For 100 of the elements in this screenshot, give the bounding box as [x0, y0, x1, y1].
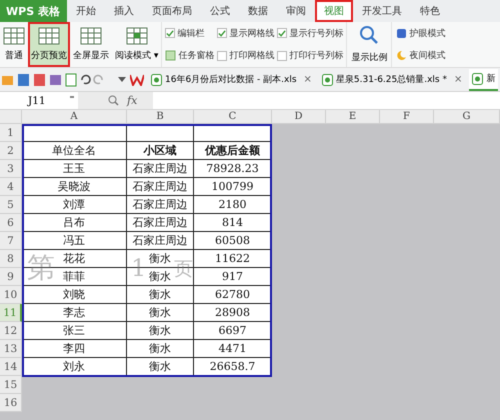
checkbox[interactable] — [277, 28, 288, 38]
column-header[interactable]: D — [272, 110, 326, 124]
page-grid-icon — [38, 27, 60, 45]
table-cell: 917 — [194, 268, 272, 286]
row-header[interactable]: 8 — [0, 250, 22, 268]
table-cell: 刘潭 — [22, 196, 127, 214]
column-header[interactable]: A — [22, 110, 127, 124]
document-tab[interactable]: 星泉5.31-6.25总销量.xls * × — [318, 68, 466, 90]
table-cell: 石家庄周边 — [127, 178, 194, 196]
table-cell: 26658.7 — [194, 358, 272, 376]
zoom-button[interactable]: 显示比例 — [346, 22, 392, 67]
function-button[interactable]: fx — [127, 94, 138, 107]
menu-tab[interactable]: 审阅 — [277, 0, 315, 22]
checkbox[interactable] — [277, 50, 288, 61]
name-box[interactable]: J11 — [0, 94, 78, 106]
document-tab[interactable]: 新 — [469, 68, 498, 90]
row-header[interactable]: 3 — [0, 160, 22, 178]
row-header[interactable]: 4 — [0, 178, 22, 196]
table-cell: 衡水 — [127, 304, 194, 322]
table-cell: 王玉 — [22, 160, 127, 178]
checkbox[interactable] — [217, 28, 228, 38]
table-cell: 刘晓 — [22, 286, 127, 304]
row-header[interactable]: 13 — [0, 340, 22, 358]
table-cell: 11622 — [194, 250, 272, 268]
sheet-file-icon — [322, 74, 333, 86]
row-header[interactable]: 12 — [0, 322, 22, 340]
app-menu-button[interactable]: WPS 表格 — [0, 0, 67, 22]
table-cell: 石家庄周边 — [127, 196, 194, 214]
close-button[interactable]: × — [454, 74, 462, 85]
mode-button[interactable]: 护眼模式 — [396, 26, 446, 40]
row-header[interactable]: 1 — [0, 124, 22, 142]
checkbox[interactable] — [165, 28, 176, 38]
column-header[interactable]: C — [194, 110, 272, 124]
pane-icon — [165, 50, 176, 62]
table-cell: 衡水 — [127, 286, 194, 304]
table-cell: 2180 — [194, 196, 272, 214]
table-cell: 石家庄周边 — [127, 160, 194, 178]
row-header[interactable]: 10 — [0, 286, 22, 304]
menu-tab[interactable]: 插入 — [105, 0, 143, 22]
wps-logo-icon[interactable] — [130, 74, 144, 86]
tab-title: 16年6月份后对比数据 - 副本.xls — [165, 74, 297, 86]
tab-title: 新 — [486, 72, 496, 85]
menu-tab[interactable]: 公式 — [201, 0, 239, 22]
tab-title: 星泉5.31-6.25总销量.xls * — [336, 74, 447, 86]
menu-tab[interactable]: 页面布局 — [143, 0, 201, 22]
moon-icon — [396, 50, 408, 62]
table-cell: 衡水 — [127, 322, 194, 340]
column-header[interactable]: B — [127, 110, 194, 124]
document-tab[interactable]: 16年6月份后对比数据 - 副本.xls × — [148, 68, 315, 90]
table-cell: 4471 — [194, 340, 272, 358]
table-cell: 石家庄周边 — [127, 214, 194, 232]
table-cell: 吴晓波 — [22, 178, 127, 196]
menu-tab[interactable]: 特色 — [411, 0, 449, 22]
menu-tab[interactable]: 开发工具 — [353, 0, 411, 22]
column-header[interactable]: F — [380, 110, 434, 124]
option-checkbox[interactable]: 打印网格线 — [217, 49, 274, 62]
table-cell: 814 — [194, 214, 272, 232]
table-cell: 冯五 — [22, 232, 127, 250]
task-pane-button[interactable]: 任务窗格 — [165, 49, 214, 62]
reading-grid-icon — [126, 27, 148, 45]
table-cell: 6697 — [194, 322, 272, 340]
checkbox[interactable] — [217, 50, 228, 61]
table-cell: 100799 — [194, 178, 272, 196]
column-header[interactable]: E — [326, 110, 380, 124]
table-cell: 衡水 — [127, 340, 194, 358]
view-button[interactable]: 普通 — [0, 22, 28, 67]
row-header[interactable]: 7 — [0, 232, 22, 250]
menu-tab[interactable]: 数据 — [239, 0, 277, 22]
table-cell: 62780 — [194, 286, 272, 304]
table-cell: 李四 — [22, 340, 127, 358]
close-button[interactable]: × — [304, 74, 312, 85]
zoom-formula-icon[interactable] — [108, 95, 119, 106]
grid-icon — [3, 27, 25, 45]
view-button[interactable]: 全屏显示 — [70, 22, 112, 67]
menu-tab[interactable]: 视图 — [315, 0, 353, 22]
frame-icon — [80, 27, 102, 45]
option-checkbox[interactable]: 显示行号列标 — [277, 26, 344, 40]
view-button[interactable]: 阅读模式 ▾ — [112, 22, 162, 67]
menu-tab[interactable]: 开始 — [67, 0, 105, 22]
header-cell: 小区域 — [127, 142, 194, 160]
row-header[interactable]: 9 — [0, 268, 22, 286]
row-header[interactable]: 16 — [0, 394, 22, 412]
option-checkbox[interactable]: 编辑栏 — [165, 26, 214, 40]
option-checkbox[interactable]: 打印行号列标 — [277, 49, 344, 62]
option-checkbox[interactable]: 显示网格线 — [217, 26, 274, 40]
view-button[interactable]: 分页预览 — [28, 22, 70, 67]
row-header[interactable]: 2 — [0, 142, 22, 160]
table-cell: 张三 — [22, 322, 127, 340]
table-cell: 刘永 — [22, 358, 127, 376]
column-header[interactable]: G — [434, 110, 500, 124]
mode-button[interactable]: 夜间模式 — [396, 49, 446, 62]
row-header[interactable]: 15 — [0, 376, 22, 394]
table-cell: 衡水 — [127, 358, 194, 376]
row-header[interactable]: 6 — [0, 214, 22, 232]
search-icon — [359, 25, 380, 45]
row-header[interactable]: 14 — [0, 358, 22, 376]
table-cell: 78928.23 — [194, 160, 272, 178]
table-cell: 60508 — [194, 232, 272, 250]
row-header[interactable]: 5 — [0, 196, 22, 214]
sheet-file-icon — [151, 74, 162, 86]
